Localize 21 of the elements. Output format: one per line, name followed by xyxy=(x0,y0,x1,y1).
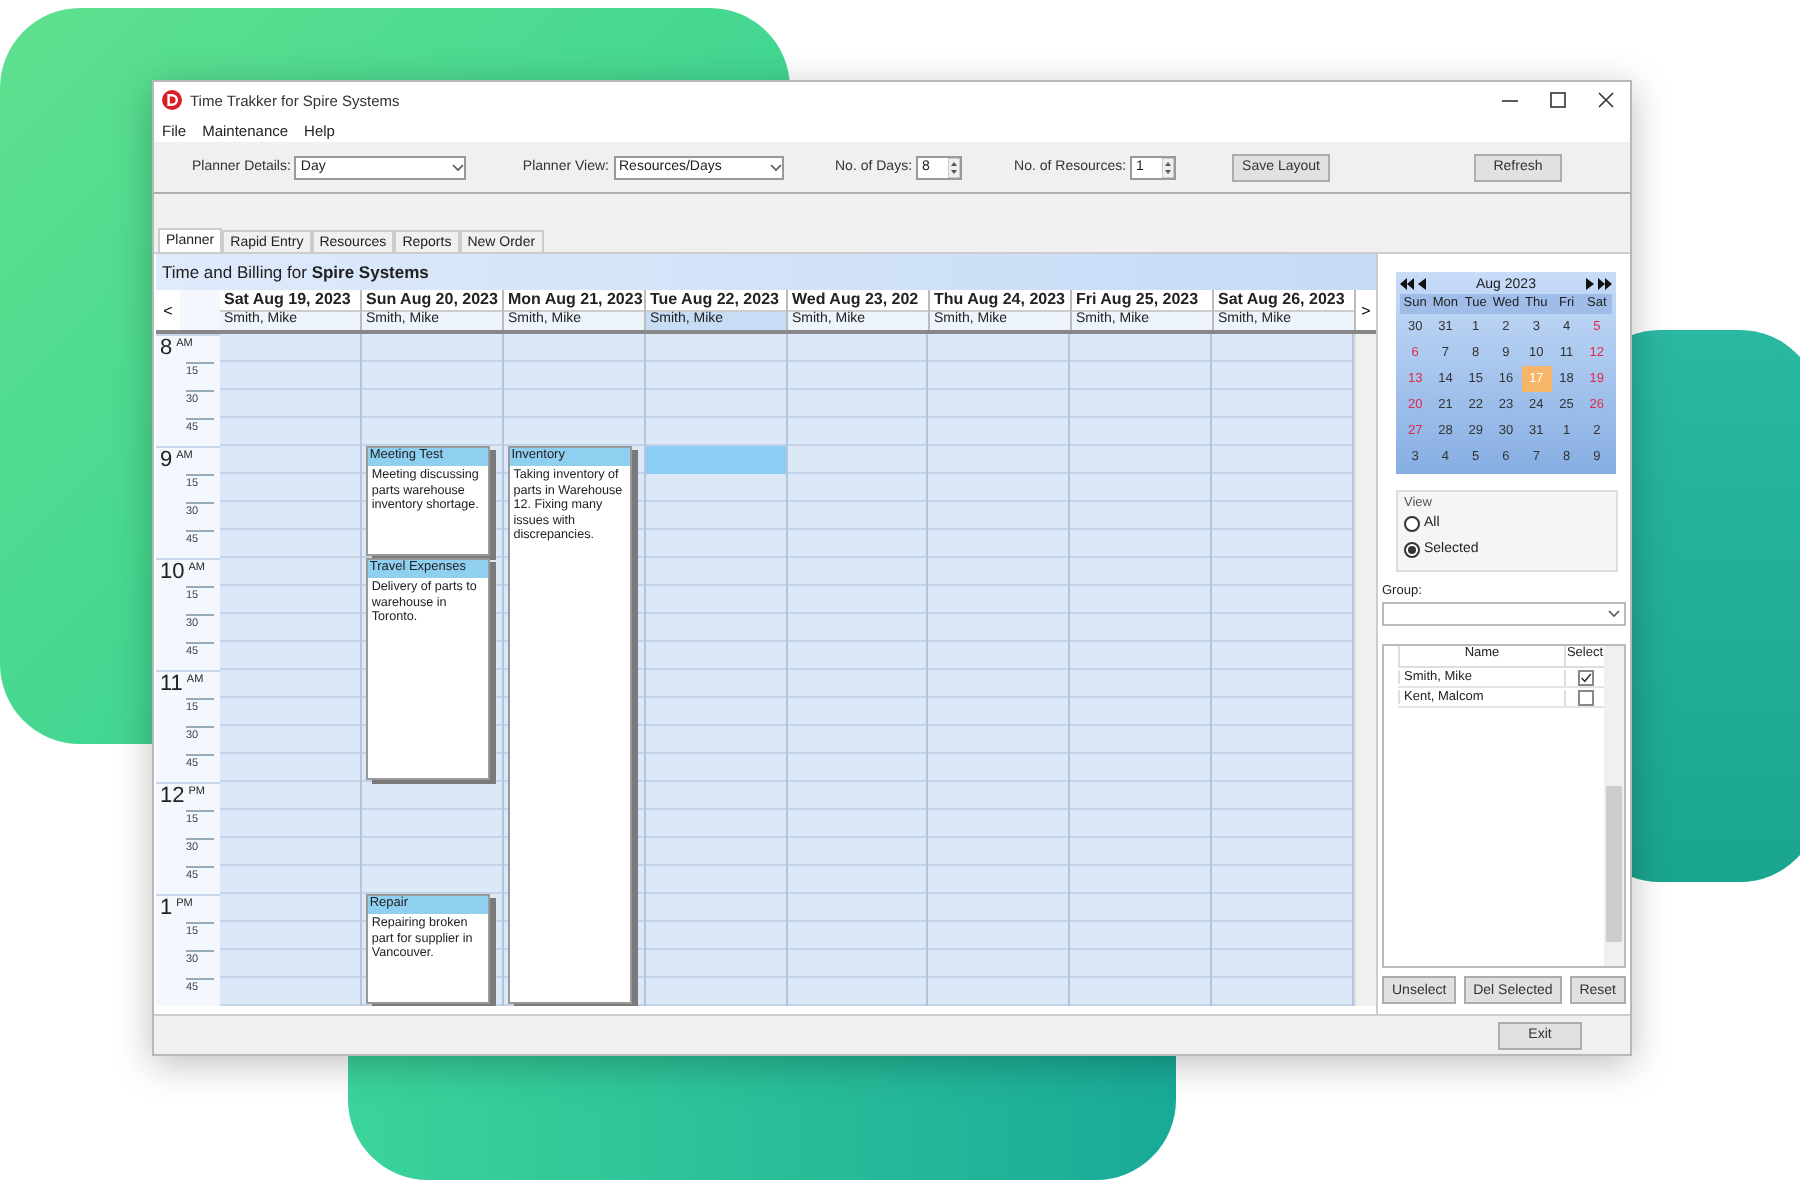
next-month-icon[interactable] xyxy=(1586,278,1594,290)
checkbox[interactable] xyxy=(1577,689,1593,705)
maximize-icon[interactable] xyxy=(1550,92,1566,108)
vertical-scrollbar[interactable] xyxy=(1604,646,1624,966)
close-icon[interactable] xyxy=(1598,92,1614,108)
previous-year-icon[interactable] xyxy=(1400,278,1414,290)
spin-arrows-icon[interactable] xyxy=(948,157,961,177)
checkbox[interactable] xyxy=(1577,669,1593,685)
next-year-icon[interactable] xyxy=(1598,278,1612,290)
day-header: Thu Aug 24, 2023 xyxy=(930,290,1070,311)
vertical-scrollbar[interactable] xyxy=(1354,334,1376,1006)
previous-button[interactable]: < xyxy=(156,290,180,330)
previous-month-icon[interactable] xyxy=(1418,278,1426,290)
radio-button[interactable] xyxy=(1404,515,1420,531)
day-header: Sun Aug 20, 2023 xyxy=(362,290,502,311)
next-button[interactable]: > xyxy=(1356,290,1376,330)
planner-title: Time and Billing for Spire Systems xyxy=(162,262,429,282)
radio-button[interactable] xyxy=(1404,541,1420,557)
app-logo-icon xyxy=(162,90,182,110)
day-header: Mon Aug 21, 2023 xyxy=(504,290,644,311)
spin-arrows-icon[interactable] xyxy=(1162,157,1175,177)
